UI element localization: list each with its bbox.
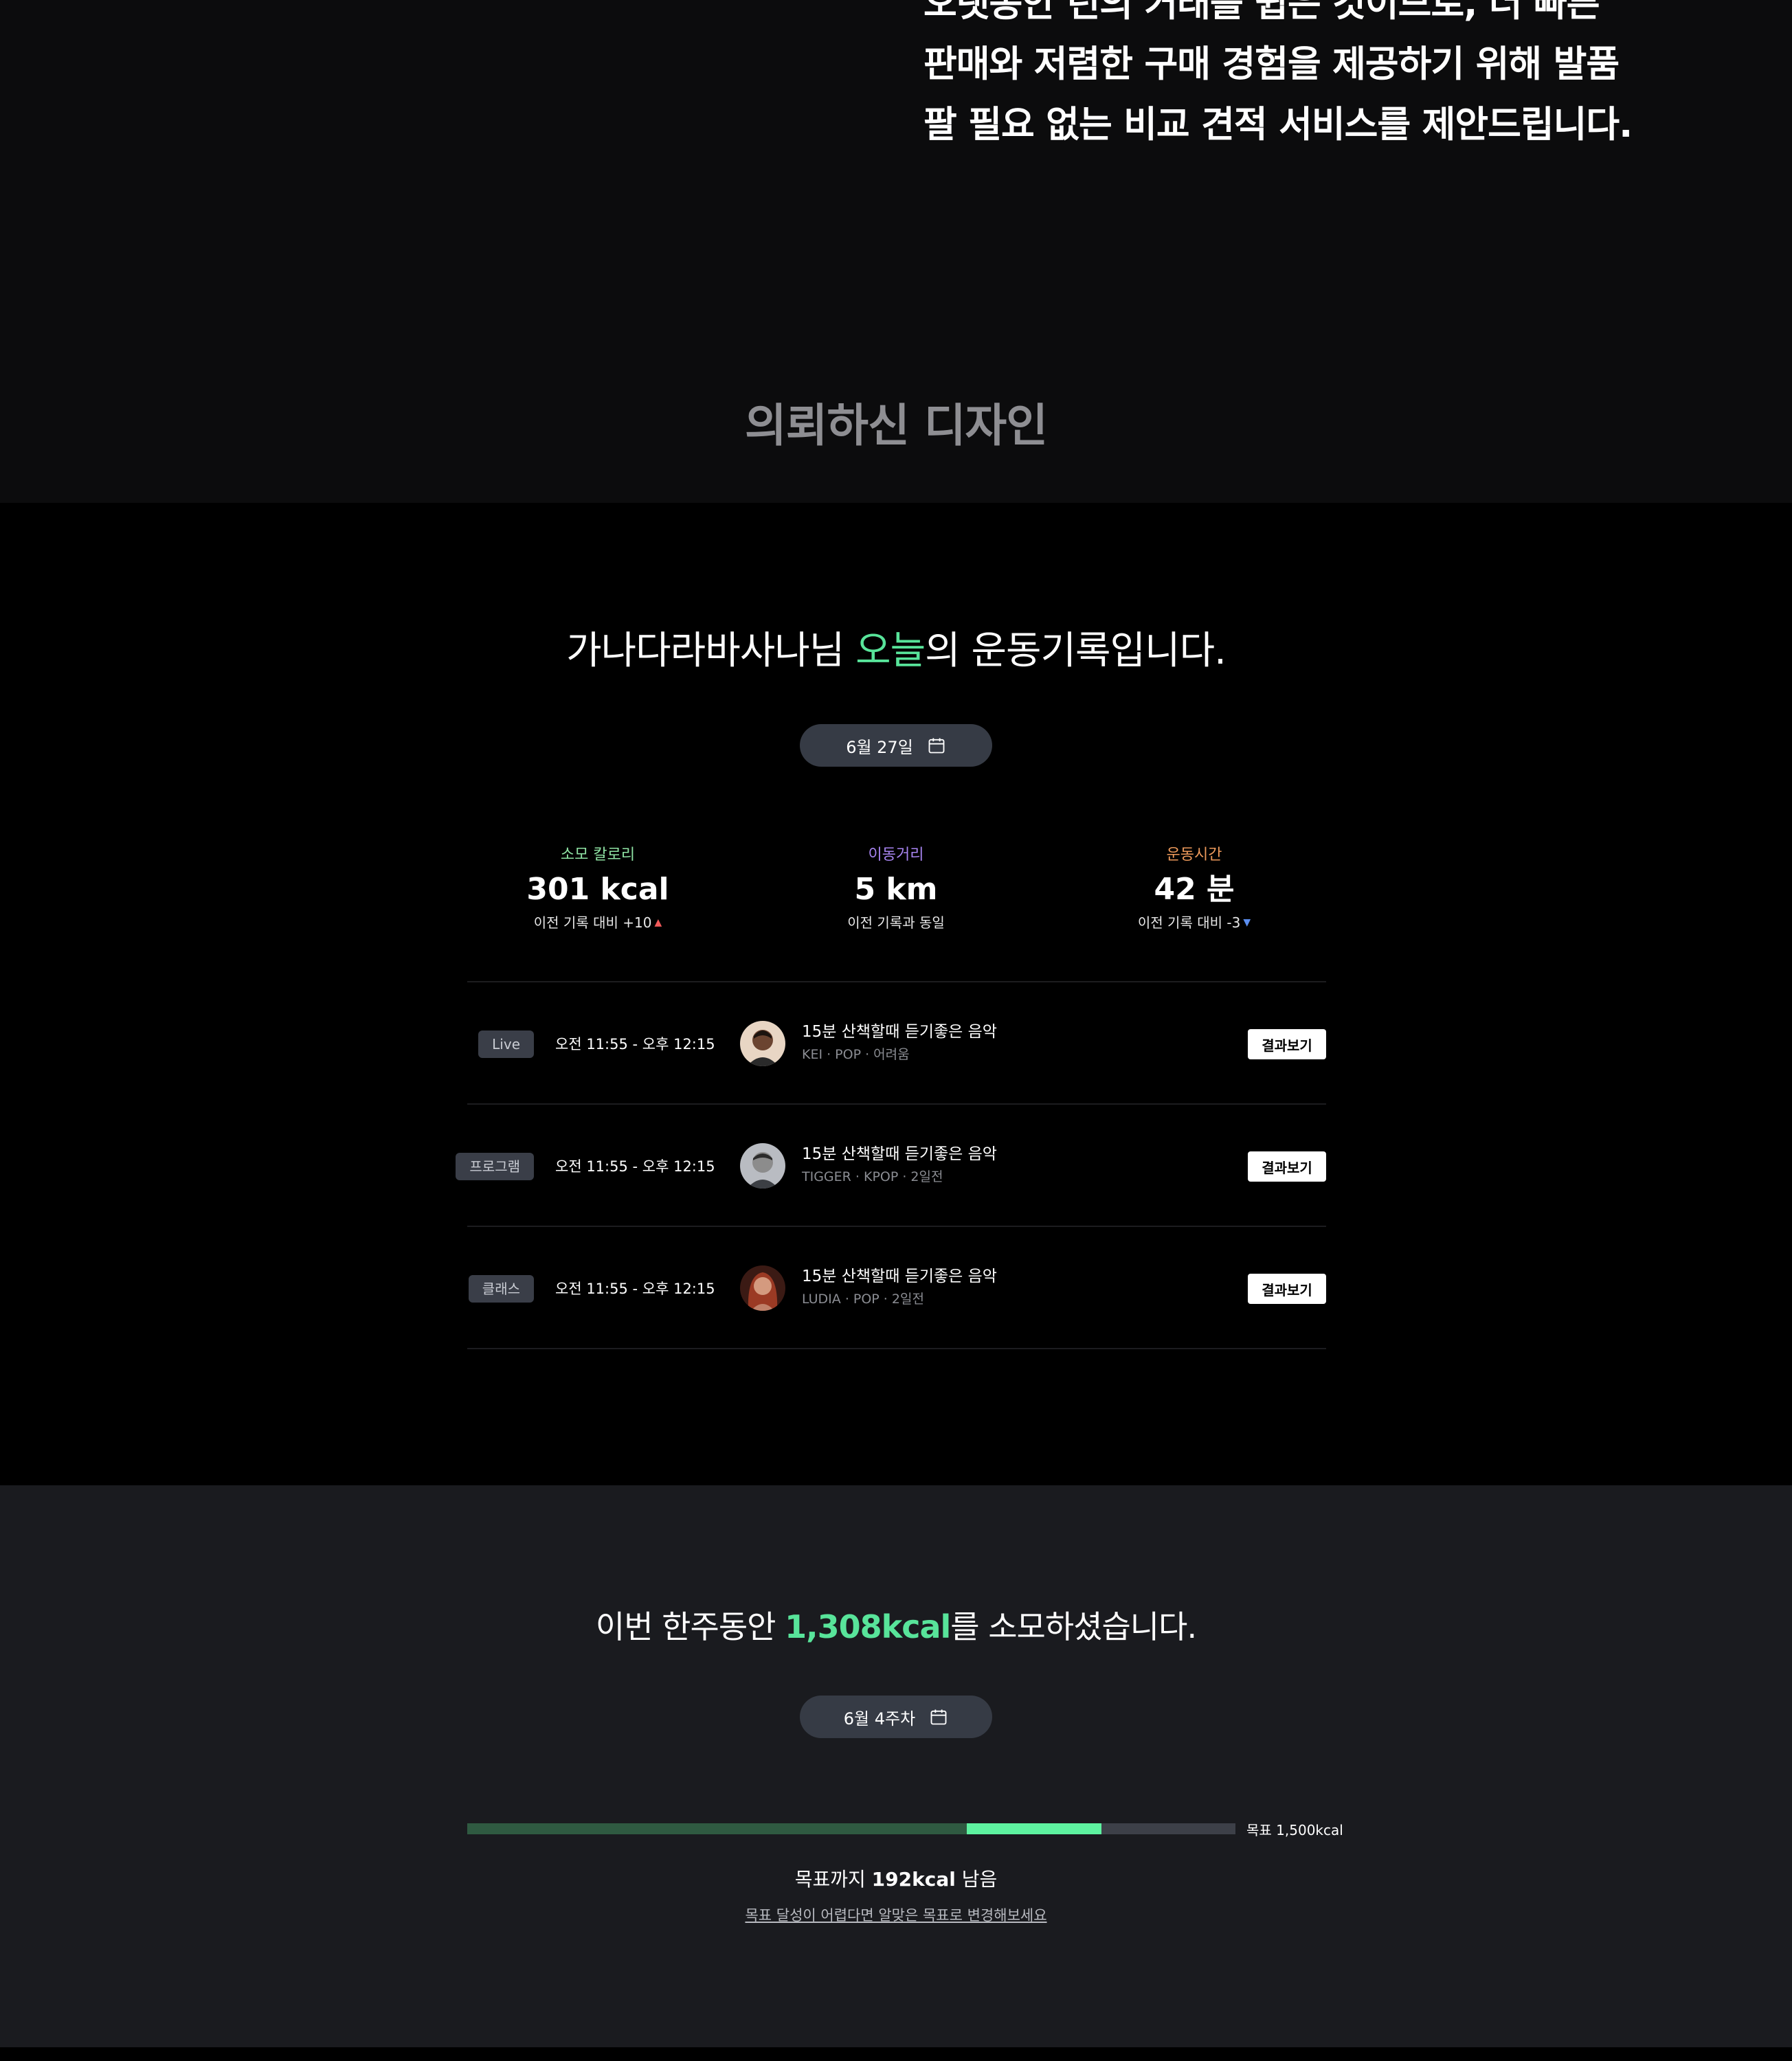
heading-prefix: 가나다라바사나님 xyxy=(566,629,856,673)
section-title: 의뢰하신 디자인 xyxy=(744,399,1048,452)
avatar xyxy=(740,1265,785,1311)
date-picker-button[interactable]: 6월 27일 xyxy=(800,724,992,767)
change-goal-link[interactable]: 목표 달성이 어렵다면 알맞은 목표로 변경해보세요 xyxy=(745,1907,1046,1924)
list-item: 프로그램 오전 11:55 - 오후 12:15 15분 산책할때 듣기좋은 음… xyxy=(456,1105,1326,1227)
heading-accent: 오늘 xyxy=(855,629,926,673)
stat-sub: 이전 기록과 동일 xyxy=(745,912,1047,933)
intro-line: 판매와 저렴한 구매 경험을 제공하기 위해 발품 xyxy=(923,43,1620,85)
date-label: 6월 27일 xyxy=(846,737,913,757)
stat-sub-text: 이전 기록과 동일 xyxy=(847,914,945,931)
track-title: 15분 산책할때 듣기좋은 음악 xyxy=(802,1268,997,1285)
stats-row: 소모 칼로리 301 kcal 이전 기록 대비 +10 ▲ 이동거리 5 km … xyxy=(0,845,1792,941)
intro-line: 오랫동안 던의 거래를 쉽은 것이므로, 더 빠른 xyxy=(923,0,1600,25)
progress-today-fill xyxy=(967,1823,1102,1834)
stat-distance: 이동거리 5 km 이전 기록과 동일 xyxy=(745,845,1047,933)
list-item: 클래스 오전 11:55 - 오후 12:15 15분 산책할때 듣기좋은 음악… xyxy=(467,1227,1326,1349)
footer-divider xyxy=(0,2047,1792,2061)
goal-progress-bar xyxy=(467,1823,1235,1834)
stat-duration: 운동시간 42 분 이전 기록 대비 -3 ▼ xyxy=(1043,845,1345,933)
heading-accent: 1,308kcal xyxy=(785,1608,951,1645)
stat-sub-text: 이전 기록 대비 +10 xyxy=(533,914,652,931)
remain-value: 192kcal xyxy=(871,1868,956,1891)
intro-line: 팔 필요 없는 비교 견적 서비스를 제안드립니다. xyxy=(923,104,1633,146)
view-result-button[interactable]: 결과보기 xyxy=(1248,1151,1326,1182)
remain-suffix: 남음 xyxy=(955,1868,998,1891)
avatar xyxy=(740,1143,785,1189)
stat-label: 운동시간 xyxy=(1166,846,1222,864)
weekly-summary-section: 이번 한주동안 1,308kcal를 소모하셨습니다. 6월 4주차 목표 1,… xyxy=(0,1485,1792,2047)
track-meta: TIGGER · KPOP · 2일전 xyxy=(802,1169,943,1184)
heading-prefix: 이번 한주동안 xyxy=(595,1608,785,1645)
record-time: 오전 11:55 - 오후 12:15 xyxy=(555,1281,715,1297)
heading-suffix: 를 소모하셨습니다. xyxy=(950,1608,1197,1645)
track-meta: KEI · POP · 어려움 xyxy=(802,1047,910,1062)
today-heading: 가나다라바사나님 오늘의 운동기록입니다. xyxy=(0,620,1792,675)
track-title: 15분 산책할때 듣기좋은 음악 xyxy=(802,1023,997,1041)
week-label: 6월 4주차 xyxy=(843,1709,916,1728)
remain-prefix: 목표까지 xyxy=(794,1868,872,1891)
stat-sub: 이전 기록 대비 +10 ▲ xyxy=(447,912,749,933)
calendar-icon xyxy=(930,1709,947,1725)
intro-text: 오랫동안 던의 거래를 쉽은 것이므로, 더 빠른 판매와 저렴한 구매 경험을… xyxy=(923,0,1734,155)
record-type-badge: 프로그램 xyxy=(456,1153,534,1180)
record-time: 오전 11:55 - 오후 12:15 xyxy=(555,1158,715,1175)
week-picker-button[interactable]: 6월 4주차 xyxy=(800,1696,992,1738)
stat-value: 5 km xyxy=(854,872,938,907)
remaining-text: 목표까지 192kcal 남음 xyxy=(0,1865,1792,1892)
workout-records-list: Live 오전 11:55 - 오후 12:15 15분 산책할때 듣기좋은 음… xyxy=(456,981,1326,1349)
stat-label: 소모 칼로리 xyxy=(560,846,636,864)
record-time: 오전 11:55 - 오후 12:15 xyxy=(555,1036,715,1052)
triangle-down-icon: ▼ xyxy=(1243,917,1251,928)
week-heading: 이번 한주동안 1,308kcal를 소모하셨습니다. xyxy=(0,1602,1792,1647)
view-result-button[interactable]: 결과보기 xyxy=(1248,1274,1326,1304)
intro-section: 오랫동안 던의 거래를 쉽은 것이므로, 더 빠른 판매와 저렴한 구매 경험을… xyxy=(0,0,1792,503)
change-goal-link-wrap: 목표 달성이 어렵다면 알맞은 목표로 변경해보세요 xyxy=(0,1904,1792,1925)
track-title: 15분 산책할때 듣기좋은 음악 xyxy=(802,1145,997,1163)
record-type-badge: 클래스 xyxy=(468,1275,534,1303)
stat-label: 이동거리 xyxy=(868,846,924,864)
progress-previous-fill xyxy=(467,1823,967,1834)
today-record-section: 가나다라바사나님 오늘의 운동기록입니다. 6월 27일 소모 칼로리 301 … xyxy=(0,503,1792,1485)
list-item: Live 오전 11:55 - 오후 12:15 15분 산책할때 듣기좋은 음… xyxy=(467,982,1326,1105)
stat-sub: 이전 기록 대비 -3 ▼ xyxy=(1043,912,1345,933)
avatar xyxy=(740,1021,785,1066)
stat-value: 42 분 xyxy=(1154,872,1235,907)
stat-calories: 소모 칼로리 301 kcal 이전 기록 대비 +10 ▲ xyxy=(447,845,749,933)
view-result-button[interactable]: 결과보기 xyxy=(1248,1029,1326,1059)
stat-value: 301 kcal xyxy=(526,872,669,907)
triangle-up-icon: ▲ xyxy=(654,917,662,928)
calendar-icon xyxy=(928,738,945,754)
track-meta: LUDIA · POP · 2일전 xyxy=(802,1292,924,1307)
goal-label: 목표 1,500kcal xyxy=(1246,1822,1343,1838)
record-type-badge: Live xyxy=(478,1030,534,1058)
stat-sub-text: 이전 기록 대비 -3 xyxy=(1137,914,1241,931)
heading-suffix: 의 운동기록입니다. xyxy=(925,629,1227,673)
